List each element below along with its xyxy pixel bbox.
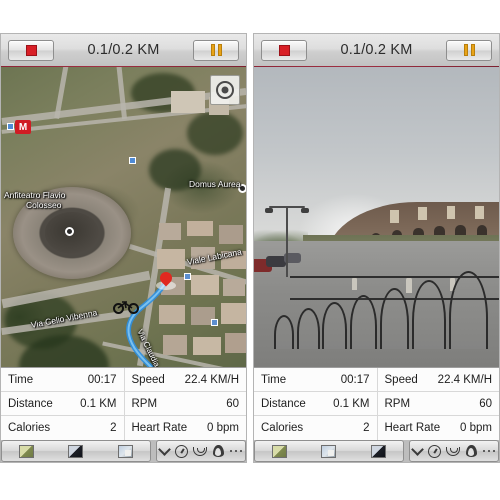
panel-map: 0.1/0.2 KM M Anfiteatro Flavio Colosseo … [0,33,247,463]
stat-value: 00:17 [340,373,370,386]
stat-value: 0 bpm [460,422,492,434]
stat-cell-calories: Calories 2 [1,416,124,440]
stat-value: 60 [479,397,492,410]
distance-title: 0.1/0.2 KM [87,42,160,58]
app-screenshot: 0.1/0.2 KM M Anfiteatro Flavio Colosseo … [0,0,500,500]
stat-cell-rpm: RPM 60 [376,392,500,415]
stat-label: Calories [8,422,51,434]
bottom-toolbar-map [1,440,246,462]
stat-label: RPM [384,397,411,410]
stat-value: 00:17 [87,373,117,386]
distance-title: 0.1/0.2 KM [340,42,413,58]
flame-icon[interactable] [212,445,224,457]
stats-table-streetview: Time 00:17 Speed 22.4 KM/H Distance 0.1 … [254,367,499,440]
map-view[interactable]: M Anfiteatro Flavio Colosseo Domus Aurea… [1,67,246,367]
stat-label: Calories [261,422,304,434]
map-thumbnail-icon[interactable] [272,444,288,458]
colosseum-poi-dot[interactable] [65,227,74,236]
metro-station-icon: M [15,120,31,134]
streetview-thumbnail-icon[interactable] [321,444,337,458]
stat-value: 22.4 KM/H [437,373,492,386]
stat-label: Speed [131,373,165,386]
stat-label: Time [8,373,34,386]
stat-cell-speed: Speed 22.4 KM/H [123,368,247,391]
overflow-dots-icon[interactable] [229,449,243,453]
streetview-view[interactable] [254,67,499,367]
stat-value: 0.1 KM [333,397,370,410]
streetview-thumbnail-icon[interactable] [117,444,133,458]
table-row: Calories 2 Heart Rate 0 bpm [254,416,499,440]
chevron-down-icon[interactable] [157,443,171,456]
stat-value: 2 [363,422,370,434]
stat-label: Distance [8,397,53,410]
tape-measure-icon[interactable] [193,446,208,456]
stat-label: Heart Rate [131,422,188,434]
stop-square-icon [278,44,290,56]
panel-streetview: 0.1/0.2 KM Time 00:17 Speed 22.4 KM/H Di… [253,33,500,463]
stat-label: Heart Rate [384,422,441,434]
stats-table-map: Time 00:17 Speed 22.4 KM/H Distance 0.1 … [1,367,246,440]
pause-button[interactable] [193,39,239,61]
stat-cell-time: Time 00:17 [254,368,377,391]
clock-icon[interactable] [174,444,188,458]
action-group [409,440,499,462]
bottom-toolbar-streetview [254,440,499,462]
table-row: Time 00:17 Speed 22.4 KM/H [1,368,246,392]
stat-value: 0 bpm [207,422,239,434]
parked-car [266,256,286,267]
overflow-dots-icon[interactable] [482,449,496,453]
dark-map-thumbnail-icon[interactable] [68,444,84,458]
header-bar-map: 0.1/0.2 KM [1,34,246,68]
stat-cell-heart-rate: Heart Rate 0 bpm [376,416,500,440]
stat-cell-time: Time 00:17 [1,368,124,391]
map-poi-marker[interactable] [129,157,136,164]
stat-cell-heart-rate: Heart Rate 0 bpm [123,416,247,440]
chevron-down-icon[interactable] [410,443,424,456]
map-poi-marker[interactable] [7,123,14,130]
stat-label: RPM [131,397,158,410]
map-thumbnail-icon[interactable] [19,444,35,458]
guard-rail-fence [273,271,499,349]
map-poi-marker[interactable] [184,273,191,280]
stop-square-icon [25,44,37,56]
dark-map-thumbnail-icon[interactable] [370,444,386,458]
stat-label: Speed [384,373,418,386]
clock-icon[interactable] [427,444,441,458]
flame-icon[interactable] [465,445,477,457]
stat-cell-calories: Calories 2 [254,416,377,440]
map-label-domus-aurea: Domus Aurea [189,179,241,189]
route-start-marker[interactable] [156,269,176,290]
stat-cell-distance: Distance 0.1 KM [254,392,377,415]
bicycle-icon [113,299,141,315]
stat-cell-rpm: RPM 60 [123,392,247,415]
street-lamp [264,206,309,277]
table-row: Time 00:17 Speed 22.4 KM/H [254,368,499,392]
stop-button[interactable] [261,39,307,61]
action-group [156,440,246,462]
map-poi-marker[interactable] [211,319,218,326]
stat-cell-speed: Speed 22.4 KM/H [376,368,500,391]
pause-button[interactable] [446,39,492,61]
compass-icon [216,81,234,99]
stat-label: Time [261,373,287,386]
panel-container: 0.1/0.2 KM M Anfiteatro Flavio Colosseo … [0,33,500,463]
pause-bars-icon [210,44,222,56]
stat-value: 2 [110,422,117,434]
stat-value: 60 [226,397,239,410]
stat-cell-distance: Distance 0.1 KM [1,392,124,415]
map-label-colosseo: Anfiteatro Flavio Colosseo [4,190,66,210]
stat-value: 0.1 KM [80,397,117,410]
table-row: Distance 0.1 KM RPM 60 [1,392,246,416]
compass-locate-button[interactable] [210,75,240,105]
tape-measure-icon[interactable] [446,446,461,456]
stop-button[interactable] [8,39,54,61]
pause-bars-icon [463,44,475,56]
stat-value: 22.4 KM/H [184,373,239,386]
table-row: Calories 2 Heart Rate 0 bpm [1,416,246,440]
view-switch-group [254,440,404,462]
view-switch-group [1,440,151,462]
table-row: Distance 0.1 KM RPM 60 [254,392,499,416]
stat-label: Distance [261,397,306,410]
header-bar-streetview: 0.1/0.2 KM [254,34,499,68]
